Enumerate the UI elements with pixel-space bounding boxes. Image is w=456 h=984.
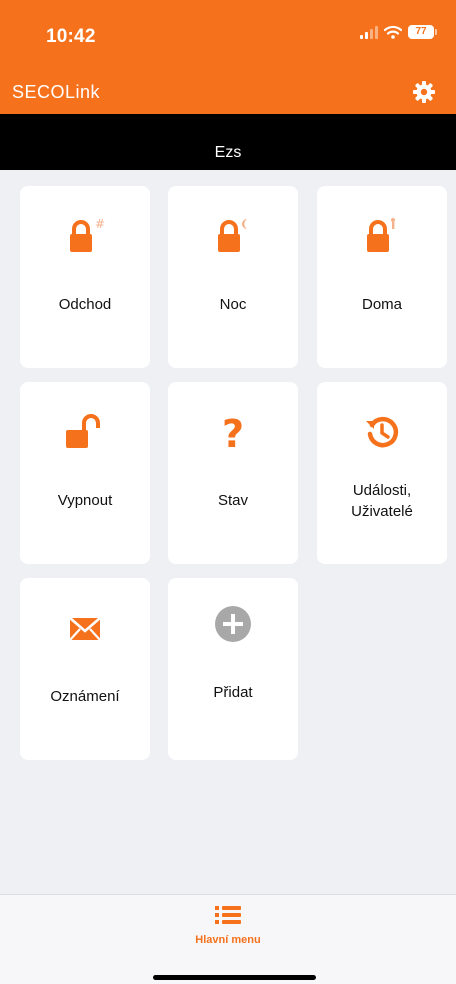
tile-odchod[interactable]: # Odchod	[20, 186, 150, 368]
tile-label-line2: Uživatelé	[351, 503, 413, 520]
tab-label: Hlavní menu	[195, 934, 261, 946]
tile-doma[interactable]: Doma	[317, 186, 447, 368]
tile-stav[interactable]: ? Stav	[168, 382, 298, 564]
lock-night-icon	[168, 216, 298, 256]
add-icon	[168, 604, 298, 644]
tile-label: Noc	[219, 296, 247, 313]
tile-label: Oznámení	[50, 688, 120, 705]
bottom-nav: Hlavní menu	[0, 894, 456, 984]
battery-icon: 77	[408, 25, 437, 39]
status-bar: 10:42 77	[0, 0, 456, 70]
tile-label: Přidat	[213, 684, 253, 701]
tab-main-menu[interactable]: Hlavní menu	[178, 905, 278, 946]
status-icons: 77	[360, 25, 437, 39]
tile-vypnout[interactable]: Vypnout	[20, 382, 150, 564]
app-bar: SECOLink	[0, 70, 456, 114]
home-indicator[interactable]	[153, 975, 316, 980]
tile-oznameni[interactable]: Oznámení	[20, 578, 150, 760]
status-time: 10:42	[46, 26, 96, 47]
wifi-icon	[384, 25, 402, 39]
list-icon	[215, 906, 241, 924]
envelope-icon	[20, 608, 150, 648]
tile-label: Stav	[217, 492, 248, 509]
history-icon	[317, 412, 447, 452]
gear-icon	[413, 81, 435, 103]
svg-text:#: #	[95, 217, 105, 231]
tile-noc[interactable]: Noc	[168, 186, 298, 368]
svg-text:?: ?	[222, 412, 244, 452]
section-title: Ezs	[214, 144, 242, 161]
tile-label: Doma	[361, 296, 402, 313]
tile-udalosti[interactable]: Události, Uživatelé	[317, 382, 447, 564]
unlock-icon	[20, 412, 150, 452]
section-header: Ezs	[0, 114, 456, 170]
tile-label-line1: Události,	[352, 482, 412, 499]
lock-home-icon	[317, 216, 447, 256]
app-logo: SECOLink	[12, 82, 101, 102]
lock-away-icon: #	[20, 216, 150, 256]
tile-label: Odchod	[58, 296, 112, 313]
tile-label: Události, Uživatelé	[323, 480, 441, 522]
tile-label: Vypnout	[57, 492, 113, 509]
settings-button[interactable]	[408, 76, 440, 108]
signal-icon	[360, 25, 378, 39]
tile-pridat[interactable]: Přidat	[168, 578, 298, 760]
question-icon: ?	[168, 412, 298, 452]
